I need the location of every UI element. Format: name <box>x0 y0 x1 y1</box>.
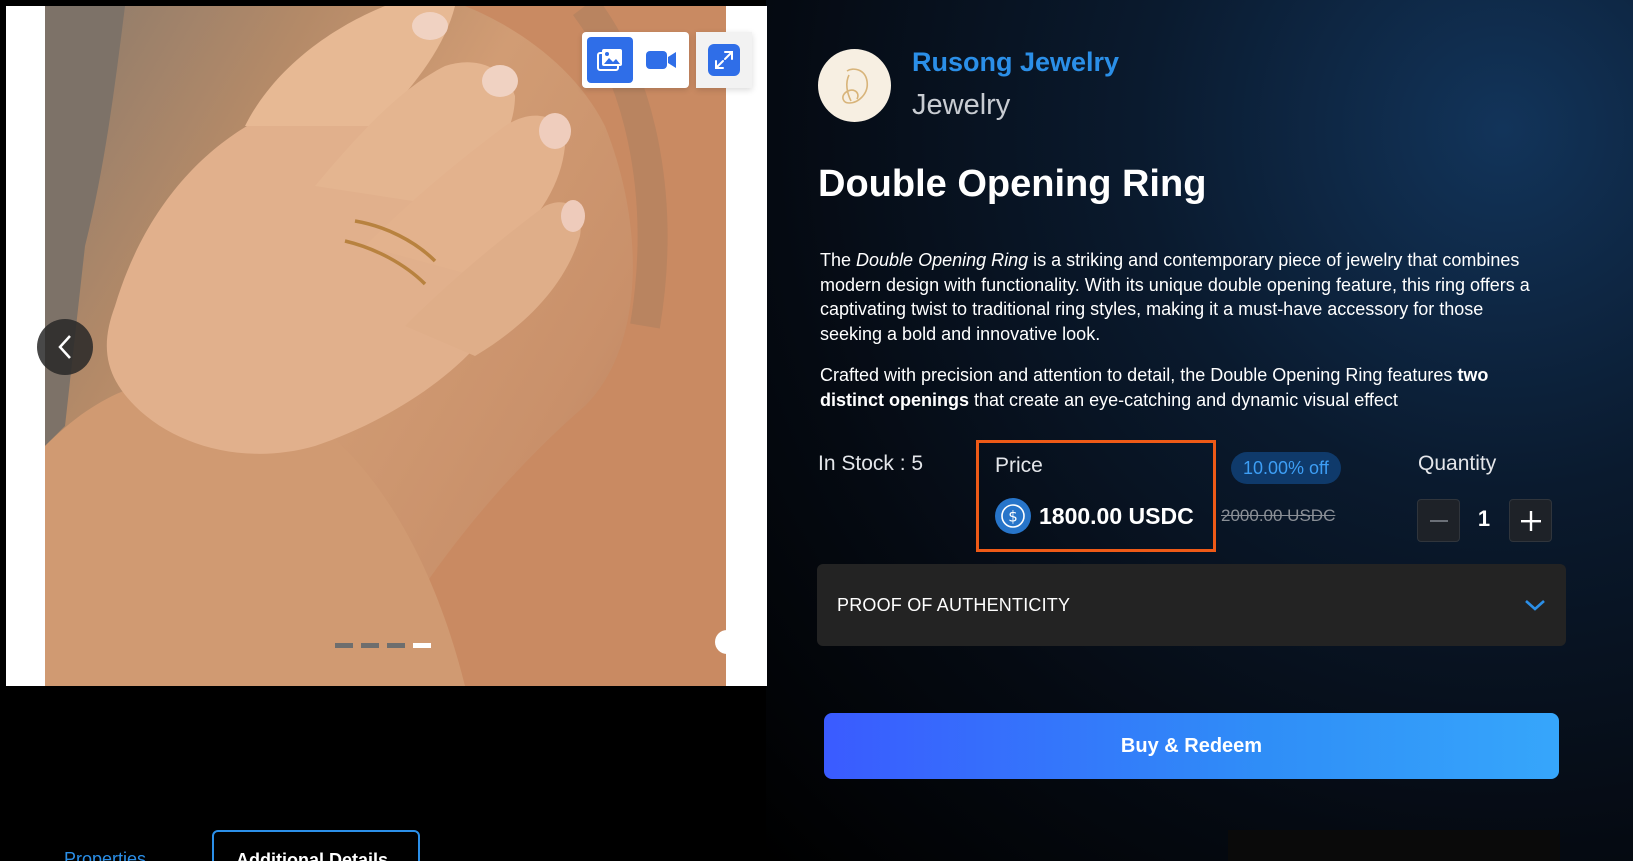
proof-of-authenticity-accordion[interactable]: PROOF OF AUTHENTICITY <box>817 564 1566 646</box>
quantity-increase-button[interactable] <box>1509 499 1552 542</box>
merchant-category: Jewelry <box>912 89 1011 121</box>
original-price: 2000.00 USDC <box>1221 506 1336 525</box>
previous-image-button[interactable] <box>37 319 93 375</box>
product-photo <box>45 6 726 686</box>
tab-properties[interactable]: Properties <box>64 849 146 861</box>
minus-icon <box>1429 519 1448 522</box>
quantity-decrease-button[interactable] <box>1417 499 1460 542</box>
price-highlight-box: Price $ 1800.00 USDC <box>976 440 1216 552</box>
expand-icon <box>708 44 740 76</box>
usdc-icon: $ <box>995 498 1031 534</box>
slide-indicators <box>335 643 431 648</box>
description-text: Crafted with precision and attention to … <box>820 365 1458 385</box>
chevron-down-icon <box>1525 600 1545 611</box>
description-paragraph: Crafted with precision and attention to … <box>820 363 1540 412</box>
chevron-left-icon <box>58 335 71 359</box>
buy-redeem-button[interactable]: Buy & Redeem <box>824 713 1559 779</box>
merchant-logo[interactable] <box>818 49 891 122</box>
quantity-value[interactable]: 1 <box>1474 506 1494 532</box>
description-emphasis: Double Opening Ring <box>856 250 1029 270</box>
slide-dot[interactable] <box>387 643 405 648</box>
product-image-gallery <box>6 6 767 686</box>
price-value: 1800.00 USDC <box>1039 502 1194 529</box>
description-text: that create an eye-catching and dynamic … <box>969 389 1398 410</box>
plus-icon <box>1520 510 1541 531</box>
video-icon[interactable] <box>639 37 685 83</box>
price-row: $ 1800.00 USDC <box>995 498 1194 534</box>
svg-text:$: $ <box>1008 508 1018 526</box>
media-type-toggle <box>582 32 689 88</box>
slide-dot[interactable] <box>361 643 379 648</box>
merchant-name-link[interactable]: Rusong Jewelry <box>912 47 1119 78</box>
slide-dot-active[interactable] <box>413 643 431 648</box>
description-paragraph: The Double Opening Ring is a striking an… <box>820 248 1540 346</box>
product-title: Double Opening Ring <box>818 163 1207 205</box>
quantity-label: Quantity <box>1418 452 1497 475</box>
expand-button[interactable] <box>696 32 752 88</box>
image-icon[interactable] <box>587 37 633 83</box>
next-image-button[interactable] <box>715 630 739 654</box>
slide-dot[interactable] <box>335 643 353 648</box>
details-panel <box>1228 830 1560 861</box>
product-description: The Double Opening Ring is a striking an… <box>820 248 1540 412</box>
price-label: Price <box>995 454 1043 477</box>
discount-badge: 10.00% off <box>1231 452 1341 484</box>
tab-additional-details[interactable]: Additional Details <box>212 830 420 861</box>
accordion-title: PROOF OF AUTHENTICITY <box>837 594 1071 615</box>
stock-count: In Stock : 5 <box>818 452 924 475</box>
description-text: The <box>820 250 857 270</box>
